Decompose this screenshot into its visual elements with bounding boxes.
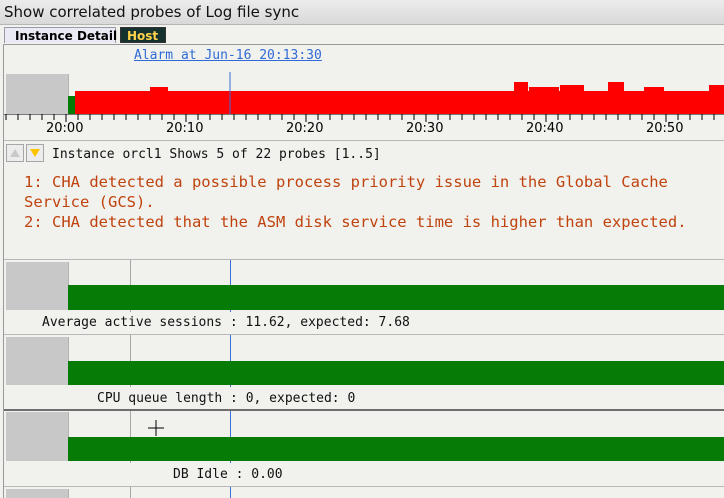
- time-axis-ticks: [5, 114, 715, 122]
- issue-item: 1: CHA detected a possible process prior…: [24, 173, 668, 211]
- probe-chart: [4, 411, 724, 463]
- alarm-marker-line: [230, 487, 231, 498]
- probe-gray-block: [6, 412, 69, 461]
- time-tick-label: 20:00: [46, 121, 84, 136]
- probe-gray-block: [6, 489, 69, 498]
- probe-chart: [4, 487, 724, 498]
- time-tick-label: 20:50: [646, 121, 684, 136]
- timeline-alarm-peak: [709, 85, 724, 91]
- timeline-alarm-peak: [644, 87, 664, 91]
- probe-metric-label: DB Idle : 0.00: [173, 467, 283, 482]
- time-tick-label: 20:40: [526, 121, 564, 136]
- crosshair-cursor-icon: [148, 420, 164, 436]
- tab-instance-detail[interactable]: Instance Detail: [4, 27, 117, 43]
- timeline-alarm-peak: [150, 87, 168, 91]
- probe-chart: [4, 260, 724, 312]
- time-axis: [4, 114, 724, 122]
- timeline-alarm-peak: [560, 85, 584, 91]
- divider: [4, 140, 724, 141]
- time-tick-label: 20:20: [286, 121, 324, 136]
- probe-gray-block: [6, 337, 69, 385]
- down-arrow-icon: [30, 149, 40, 157]
- timeline-chart: [4, 72, 724, 114]
- probe-metric-label: Average active sessions : 11.62, expecte…: [42, 315, 410, 330]
- timeline-alarm-bar: [75, 91, 724, 114]
- scroll-up-button[interactable]: [6, 144, 24, 162]
- timeline-alarm-peak: [514, 82, 528, 91]
- probe-chart: [4, 335, 724, 387]
- window-titlebar: Show correlated probes of Log file sync: [0, 0, 724, 25]
- instance-probe-summary: Instance orcl1 Shows 5 of 22 probes [1..…: [52, 147, 381, 162]
- scroll-down-button[interactable]: [26, 144, 44, 162]
- grid-line: [130, 487, 131, 498]
- time-tick-label: 20:10: [166, 121, 204, 136]
- timeline-bars: [68, 72, 724, 114]
- probe-metric-label: CPU queue length : 0, expected: 0: [97, 391, 356, 406]
- issue-item: 2: CHA detected that the ASM disk servic…: [24, 213, 687, 231]
- alarm-link[interactable]: Alarm at Jun-16 20:13:30: [134, 48, 322, 63]
- tab-strip: Instance Detail Host: [0, 25, 724, 45]
- time-tick-label: 20:30: [406, 121, 444, 136]
- up-arrow-icon: [10, 149, 20, 157]
- timeline-alarm-peak: [529, 87, 559, 91]
- probe-gray-block: [6, 262, 69, 310]
- probe-ok-bar: [68, 437, 724, 461]
- tab-host[interactable]: Host: [120, 27, 166, 43]
- probe-ok-bar: [68, 361, 724, 385]
- window-title: Show correlated probes of Log file sync: [4, 3, 300, 21]
- timeline-ok-segment: [68, 96, 75, 114]
- timeline-alarm-peak: [608, 82, 624, 91]
- probe-ok-bar: [68, 285, 724, 310]
- issue-list: 1: CHA detected a possible process prior…: [24, 172, 724, 232]
